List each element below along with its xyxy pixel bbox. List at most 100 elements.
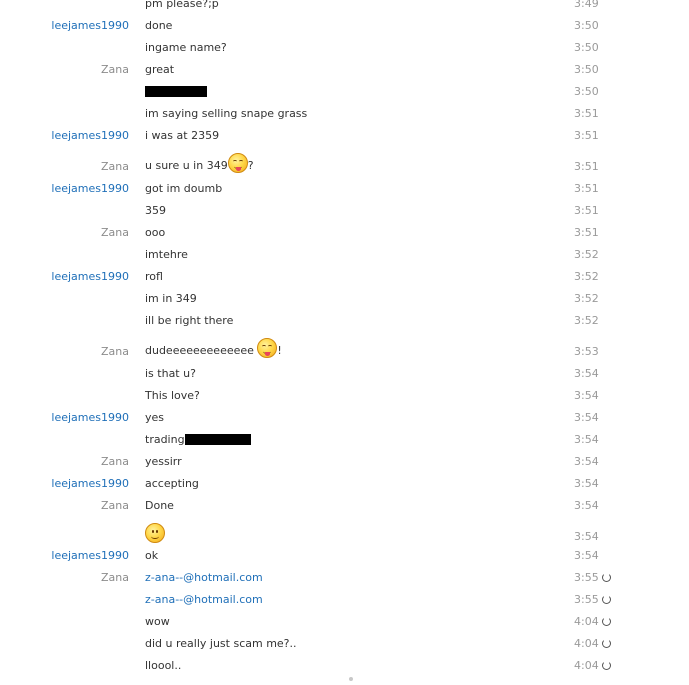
message-text: accepting bbox=[145, 477, 199, 490]
message-row: 359 3:51 bbox=[0, 198, 689, 220]
message-row: wow 4:04 bbox=[0, 609, 689, 631]
sending-spinner-icon bbox=[601, 661, 611, 670]
message-text: got im doumb bbox=[145, 182, 223, 195]
message-row: leejames1990 rofl 3:52 bbox=[0, 264, 689, 286]
message-text: wow bbox=[145, 615, 170, 628]
message-text: is that u? bbox=[145, 367, 196, 380]
message-text-part: ? bbox=[247, 159, 254, 172]
sender-name[interactable]: leejames1990 bbox=[9, 129, 129, 142]
message-time: 3:54 bbox=[574, 455, 599, 468]
message-row: This love? 3:54 bbox=[0, 383, 689, 405]
message-time-text: 4:04 bbox=[574, 637, 599, 650]
sender-name[interactable]: leejames1990 bbox=[9, 477, 129, 490]
sender-name[interactable]: leejames1990 bbox=[9, 411, 129, 424]
message-row: Zana yessirr 3:54 bbox=[0, 449, 689, 471]
message-row: Zana Done 3:54 bbox=[0, 493, 689, 515]
message-row: trading 3:54 bbox=[0, 427, 689, 449]
sender-name[interactable]: leejames1990 bbox=[9, 270, 129, 283]
sender-name[interactable]: Zana bbox=[9, 226, 129, 239]
message-row: 3:54 bbox=[0, 515, 689, 546]
message-text: ooo bbox=[145, 226, 166, 239]
message-time: 3:52 bbox=[574, 270, 599, 283]
message-time: 3:55 bbox=[574, 571, 611, 584]
message-row: Zana ooo 3:51 bbox=[0, 220, 689, 242]
message-text bbox=[145, 85, 207, 98]
message-time: 3:50 bbox=[574, 41, 599, 54]
message-time: 4:04 bbox=[574, 615, 611, 628]
message-time: 3:54 bbox=[574, 411, 599, 424]
message-text-part: dudeeeeeeeeeeeee bbox=[145, 344, 254, 357]
message-time: 3:49 bbox=[574, 0, 599, 10]
message-text: z-ana--@hotmail.com bbox=[145, 571, 263, 584]
message-row: leejames1990 accepting 3:54 bbox=[0, 471, 689, 493]
message-text: yes bbox=[145, 411, 165, 424]
sender-name[interactable]: leejames1990 bbox=[9, 182, 129, 195]
message-text: lloool.. bbox=[145, 659, 182, 672]
message-text: yessirr bbox=[145, 455, 182, 468]
sender-name[interactable]: Zana bbox=[9, 455, 129, 468]
scroll-indicator[interactable] bbox=[349, 677, 353, 681]
message-time-text: 4:04 bbox=[574, 659, 599, 672]
message-text: u sure u in 349? bbox=[145, 153, 254, 173]
message-row: im in 349 3:52 bbox=[0, 286, 689, 308]
message-text: This love? bbox=[145, 389, 200, 402]
message-row: leejames1990 done 3:50 bbox=[0, 13, 689, 35]
message-time: 3:54 bbox=[574, 367, 599, 380]
message-time: 3:50 bbox=[574, 19, 599, 32]
message-row: 3:50 bbox=[0, 79, 689, 101]
message-text: ill be right there bbox=[145, 314, 234, 327]
message-time: 3:54 bbox=[574, 389, 599, 402]
message-time: 3:53 bbox=[574, 345, 599, 358]
message-time: 3:55 bbox=[574, 593, 611, 606]
sender-name[interactable]: Zana bbox=[9, 160, 129, 173]
redaction-bar bbox=[145, 86, 207, 97]
sender-name[interactable]: Zana bbox=[9, 571, 129, 584]
message-time: 3:54 bbox=[574, 530, 599, 543]
message-row: Zana dudeeeeeeeeeeeee ! 3:53 bbox=[0, 330, 689, 361]
message-row: leejames1990 i was at 2359 3:51 bbox=[0, 123, 689, 145]
message-text: trading bbox=[145, 433, 251, 446]
message-time: 3:52 bbox=[574, 248, 599, 261]
sender-name[interactable]: leejames1990 bbox=[9, 19, 129, 32]
message-time: 3:51 bbox=[574, 129, 599, 142]
email-link[interactable]: z-ana--@hotmail.com bbox=[145, 593, 263, 606]
message-text: dudeeeeeeeeeeeee ! bbox=[145, 338, 282, 358]
message-row: Zana z-ana--@hotmail.com 3:55 bbox=[0, 565, 689, 587]
message-row: z-ana--@hotmail.com 3:55 bbox=[0, 587, 689, 609]
message-time: 3:54 bbox=[574, 477, 599, 490]
message-text: imtehre bbox=[145, 248, 188, 261]
message-time: 3:52 bbox=[574, 314, 599, 327]
message-row: is that u? 3:54 bbox=[0, 361, 689, 383]
message-time: 3:51 bbox=[574, 182, 599, 195]
message-row: Zana u sure u in 349? 3:51 bbox=[0, 145, 689, 176]
message-row: im saying selling snape grass 3:51 bbox=[0, 101, 689, 123]
sending-spinner-icon bbox=[601, 639, 611, 648]
tongue-out-smiley-icon bbox=[257, 338, 278, 358]
sending-spinner-icon bbox=[601, 595, 611, 604]
message-text: rofl bbox=[145, 270, 163, 283]
sender-name[interactable]: Zana bbox=[9, 345, 129, 358]
message-time: 3:50 bbox=[574, 85, 599, 98]
message-text: ingame name? bbox=[145, 41, 227, 54]
message-time: 3:51 bbox=[574, 160, 599, 173]
message-text-part: u sure u in 349 bbox=[145, 159, 228, 172]
message-time: 3:51 bbox=[574, 107, 599, 120]
message-text: pm please?;p bbox=[145, 0, 219, 10]
message-text: great bbox=[145, 63, 175, 76]
sending-spinner-icon bbox=[601, 617, 611, 626]
message-row: lloool.. 4:04 bbox=[0, 653, 689, 675]
sender-name[interactable]: Zana bbox=[9, 499, 129, 512]
message-text: im in 349 bbox=[145, 292, 197, 305]
message-text: im saying selling snape grass bbox=[145, 107, 308, 120]
message-time: 3:52 bbox=[574, 292, 599, 305]
sender-name[interactable]: leejames1990 bbox=[9, 549, 129, 562]
message-text-part: trading bbox=[145, 433, 185, 446]
email-link[interactable]: z-ana--@hotmail.com bbox=[145, 571, 263, 584]
chat-history: pm please?;p 3:49 leejames1990 done 3:50… bbox=[0, 0, 689, 675]
message-row: ill be right there 3:52 bbox=[0, 308, 689, 330]
sender-name[interactable]: Zana bbox=[9, 63, 129, 76]
message-text bbox=[145, 523, 165, 543]
message-text: i was at 2359 bbox=[145, 129, 220, 142]
tongue-out-smiley-icon bbox=[227, 153, 248, 173]
redaction-bar bbox=[184, 434, 251, 445]
